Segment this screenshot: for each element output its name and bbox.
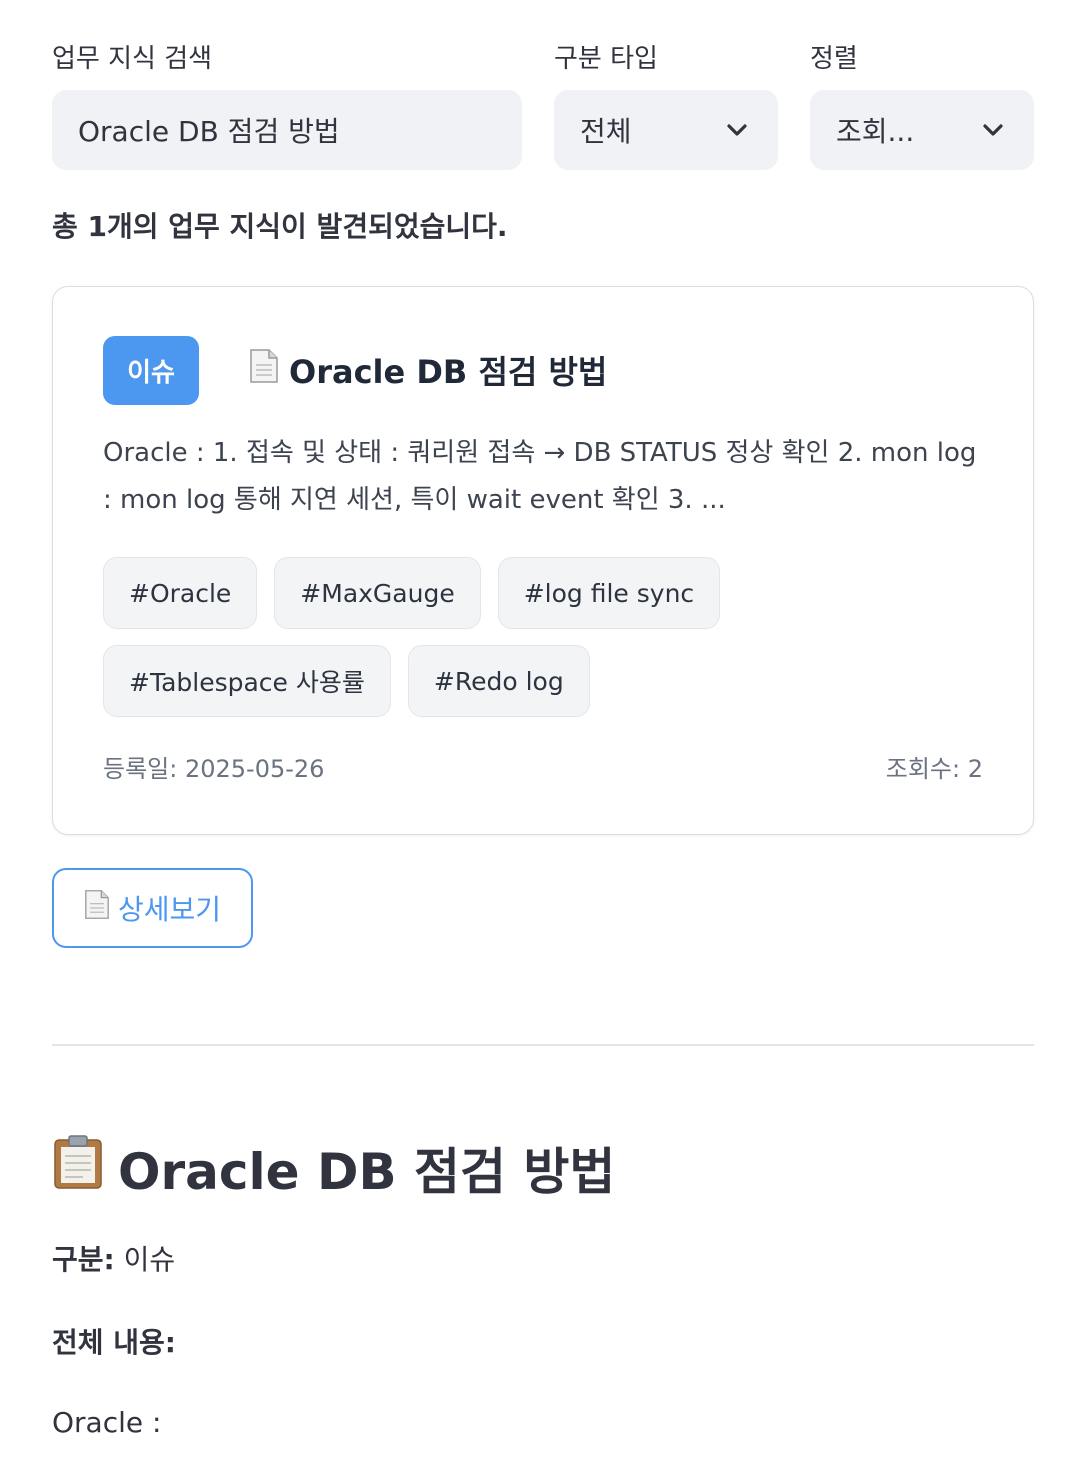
tag-chip[interactable]: #log file sync [497,557,721,629]
detail-view-button[interactable]: 상세보기 [52,868,253,948]
chevron-down-icon [978,115,1008,145]
search-input[interactable] [78,113,496,147]
document-icon [249,348,279,392]
type-selected-value: 전체 [580,115,632,148]
tag-chip[interactable]: #Redo log [407,645,590,717]
detail-content-label-text: 전체 내용: [52,1326,176,1359]
detail-view-label: 상세보기 [117,894,222,925]
clipboard-icon [52,1134,104,1202]
detail-category-value: 이슈 [123,1243,176,1276]
divider [52,1044,1034,1046]
card-title-text: Oracle DB 점검 방법 [289,353,608,391]
tag-chip[interactable]: #MaxGauge [274,557,481,629]
view-count: 조회수: 2 [885,755,983,783]
type-label: 구분 타입 [554,44,658,74]
tag-chip[interactable]: #Tablespace 사용률 [103,645,391,717]
type-select[interactable]: 전체 [554,90,778,170]
registered-date: 등록일: 2025-05-26 [103,755,325,783]
card-title: Oracle DB 점검 방법 [249,347,607,393]
tag-list: #Oracle #MaxGauge #log file sync #Tables… [103,557,983,717]
category-badge: 이슈 [103,336,199,405]
result-summary: 총 1개의 업무 지식이 발견되었습니다. [52,210,508,243]
sort-selected-value: 조회... [836,115,915,148]
card-description: Oracle : 1. 접속 및 상태 : 쿼리원 접속 → DB STATUS… [103,438,977,515]
knowledge-card: 이슈 Oracle DB 점검 방법 Oracle : 1. 접속 및 상태 :… [52,286,1034,835]
detail-content-line: Oracle : [52,1406,162,1439]
tag-chip[interactable]: #Oracle [103,557,258,629]
sort-label: 정렬 [810,44,858,74]
detail-category-label: 구분: [52,1243,115,1276]
detail-title-text: Oracle DB 점검 방법 [118,1143,616,1201]
detail-content-label: 전체 내용: [52,1321,176,1361]
detail-title: Oracle DB 점검 방법 [52,1132,615,1204]
document-icon [84,889,110,927]
search-input-wrapper[interactable] [52,90,522,170]
search-label: 업무 지식 검색 [52,44,213,74]
chevron-down-icon [722,115,752,145]
sort-select[interactable]: 조회... [810,90,1034,170]
detail-category: 구분: 이슈 [52,1238,175,1278]
